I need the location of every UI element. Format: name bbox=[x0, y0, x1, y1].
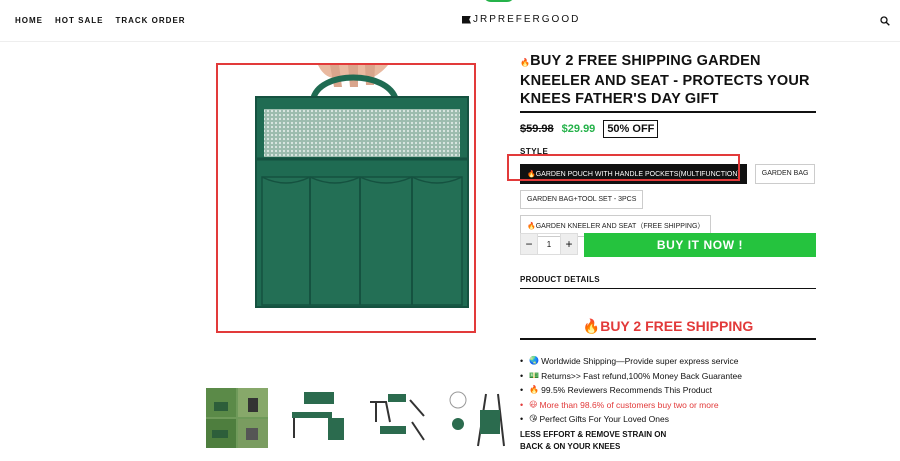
nav-home[interactable]: HOME bbox=[15, 16, 43, 25]
list-item: 😃More than 98.6% of customers buy two or… bbox=[520, 398, 742, 413]
list-item: 😘Perfect Gifts For Your Loved Ones bbox=[520, 412, 742, 427]
product-title: 🔥BUY 2 FREE SHIPPING GARDEN KNEELER AND … bbox=[520, 52, 816, 108]
decrease-quantity-button[interactable]: − bbox=[520, 233, 538, 255]
thumbnail-strip bbox=[206, 388, 508, 448]
style-option-label: GARDEN KNEELER AND SEAT（FREE SHIPPING） bbox=[535, 223, 705, 230]
style-option-bag-tool-set[interactable]: GARDEN BAG+TOOL SET - 3PCS bbox=[520, 190, 644, 209]
thumbnail-folded-image bbox=[446, 388, 508, 448]
thumbnail-1[interactable] bbox=[206, 388, 268, 448]
thumbnail-3[interactable] bbox=[366, 388, 428, 448]
promo-title: 🔥BUY 2 FREE SHIPPING bbox=[520, 318, 816, 335]
promo-title-text: BUY 2 FREE SHIPPING bbox=[600, 318, 754, 334]
nav-hot-sale[interactable]: HOT SALE bbox=[55, 16, 103, 25]
title-divider bbox=[520, 111, 816, 113]
main-nav: HOME HOT SALE TRACK ORDER bbox=[15, 16, 186, 25]
fire-icon: 🔥 bbox=[582, 318, 601, 334]
effort-line-2: BACK & ON YOUR KNEES bbox=[520, 442, 621, 451]
globe-icon: 🌏 bbox=[529, 356, 540, 365]
site-logo[interactable]: JRPREFERGOOD bbox=[462, 14, 580, 25]
site-header: HOME HOT SALE TRACK ORDER JRPREFERGOOD bbox=[0, 0, 900, 42]
discount-badge: 50% OFF bbox=[603, 120, 659, 138]
thumbnail-parts-image bbox=[366, 388, 428, 448]
list-item-text: Returns>> Fast refund,100% Money Back Gu… bbox=[541, 370, 742, 381]
thumbnail-4[interactable] bbox=[446, 388, 508, 448]
selection-highlight bbox=[507, 154, 740, 181]
sale-price: $29.99 bbox=[561, 123, 596, 135]
quantity-input[interactable]: 1 bbox=[538, 233, 560, 255]
increase-quantity-button[interactable]: + bbox=[560, 233, 578, 255]
style-option-garden-bag[interactable]: GARDEN BAG bbox=[754, 164, 816, 184]
smile-icon: 😃 bbox=[529, 399, 538, 409]
feature-list: 🌏Worldwide Shipping—Provide super expres… bbox=[520, 354, 742, 427]
price-row: $59.98 $29.99 50% OFF bbox=[520, 120, 816, 138]
list-item-text: Perfect Gifts For Your Loved Ones bbox=[539, 414, 669, 424]
fire-icon: 🔥 bbox=[520, 58, 531, 67]
list-item-text: 99.5% Reviewers Recommends This Product bbox=[541, 385, 712, 395]
quantity-stepper: − 1 + bbox=[520, 233, 578, 255]
logo-text: JRPREFERGOOD bbox=[473, 14, 581, 25]
effort-line-1: LESS EFFORT & REMOVE STRAIN ON bbox=[520, 430, 667, 439]
product-main-image[interactable] bbox=[216, 63, 476, 333]
list-item: 🌏Worldwide Shipping—Provide super expres… bbox=[520, 354, 742, 369]
product-details-tab[interactable]: PRODUCT DETAILS bbox=[520, 275, 816, 289]
nav-track-order[interactable]: TRACK ORDER bbox=[115, 16, 185, 25]
buy-now-button[interactable]: BUY IT NOW ! bbox=[584, 233, 816, 257]
flag-icon bbox=[462, 15, 471, 24]
money-icon: 💵 bbox=[529, 370, 540, 380]
list-item: 🔥99.5% Reviewers Recommends This Product bbox=[520, 383, 742, 398]
fire-icon: 🔥 bbox=[527, 223, 536, 230]
list-item-text: More than 98.6% of customers buy two or … bbox=[539, 399, 719, 410]
list-item: 💵Returns>> Fast refund,100% Money Back G… bbox=[520, 369, 742, 384]
style-option-label: GARDEN BAG bbox=[761, 170, 809, 177]
fire-icon: 🔥 bbox=[529, 385, 540, 394]
effort-text: LESS EFFORT & REMOVE STRAIN ON BACK & ON… bbox=[520, 429, 666, 453]
thumbnail-collage-image bbox=[206, 388, 268, 448]
product-title-text: BUY 2 FREE SHIPPING GARDEN KNEELER AND S… bbox=[520, 53, 810, 107]
list-item-text: Worldwide Shipping—Provide super express… bbox=[541, 356, 739, 366]
garden-bag-illustration bbox=[255, 65, 469, 308]
thumbnail-2[interactable] bbox=[286, 388, 348, 448]
product-info: 🔥BUY 2 FREE SHIPPING GARDEN KNEELER AND … bbox=[520, 52, 816, 237]
search-icon[interactable] bbox=[880, 16, 890, 26]
header-accent bbox=[483, 0, 515, 2]
kiss-icon: 😘 bbox=[529, 414, 538, 423]
compare-price: $59.98 bbox=[520, 123, 554, 135]
thumbnail-kneeler-image bbox=[286, 388, 348, 448]
promo-divider bbox=[520, 338, 816, 340]
style-option-label: GARDEN BAG+TOOL SET - 3PCS bbox=[527, 196, 637, 203]
